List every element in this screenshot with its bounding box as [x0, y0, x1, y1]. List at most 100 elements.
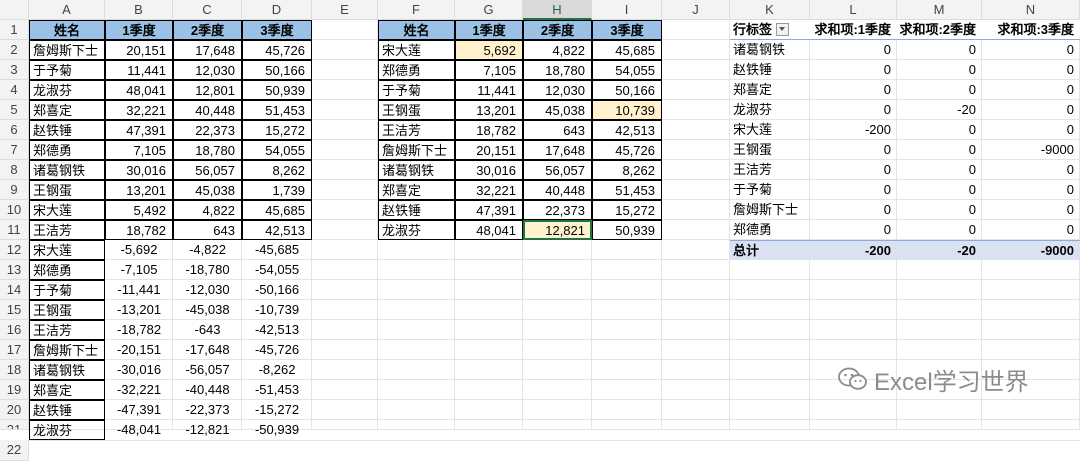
pivot-row-label[interactable]: 龙淑芬 — [730, 100, 810, 120]
grid-cell[interactable] — [810, 340, 897, 360]
grid-cell[interactable] — [378, 300, 455, 320]
pivot-value-cell[interactable]: 0 — [982, 40, 1080, 60]
grid-cell[interactable] — [897, 260, 982, 280]
table-header-cell[interactable]: 1季度 — [455, 20, 523, 40]
grid-cell[interactable] — [982, 420, 1080, 430]
value-cell[interactable]: -5,692 — [105, 240, 173, 260]
column-header-d[interactable]: D — [242, 0, 312, 20]
value-cell[interactable]: 30,016 — [105, 160, 173, 180]
value-cell[interactable]: 8,262 — [592, 160, 662, 180]
value-cell[interactable]: -30,016 — [105, 360, 173, 380]
grid-cell[interactable] — [523, 380, 592, 400]
grid-cell[interactable] — [523, 260, 592, 280]
grid-cell[interactable] — [662, 20, 730, 40]
value-cell[interactable]: 22,373 — [523, 200, 592, 220]
grid-cell[interactable] — [312, 80, 378, 100]
grid-cell[interactable] — [312, 200, 378, 220]
value-cell[interactable]: 18,780 — [173, 140, 242, 160]
value-cell[interactable]: 15,272 — [242, 120, 312, 140]
grid-cell[interactable] — [592, 280, 662, 300]
name-cell[interactable]: 郑喜定 — [29, 380, 105, 400]
grid-cell[interactable] — [662, 220, 730, 240]
table-header-cell[interactable]: 3季度 — [592, 20, 662, 40]
name-cell[interactable]: 王洁芳 — [29, 320, 105, 340]
grid-cell[interactable] — [592, 240, 662, 260]
grid-cell[interactable] — [455, 400, 523, 420]
grid-cell[interactable] — [982, 400, 1080, 420]
row-header[interactable]: 6 — [0, 120, 29, 140]
grid-cell[interactable] — [312, 260, 378, 280]
value-cell[interactable]: -48,041 — [105, 420, 173, 440]
grid-cell[interactable] — [662, 300, 730, 320]
value-cell[interactable]: 17,648 — [523, 140, 592, 160]
grid-cell[interactable] — [312, 320, 378, 340]
name-cell[interactable]: 诸葛钢铁 — [29, 160, 105, 180]
value-cell[interactable]: 13,201 — [455, 100, 523, 120]
value-cell[interactable]: -18,780 — [173, 260, 242, 280]
grid-cell[interactable] — [455, 260, 523, 280]
table-header-cell[interactable]: 姓名 — [29, 20, 105, 40]
name-cell[interactable]: 王钢蛋 — [29, 300, 105, 320]
grid-cell[interactable] — [378, 340, 455, 360]
grid-cell[interactable] — [730, 300, 810, 320]
grid-cell[interactable] — [662, 320, 730, 340]
grid-cell[interactable] — [730, 360, 810, 380]
grid-cell[interactable] — [592, 360, 662, 380]
column-header-k[interactable]: K — [730, 0, 810, 20]
grid-cell[interactable] — [662, 140, 730, 160]
name-cell[interactable]: 詹姆斯下士 — [29, 40, 105, 60]
pivot-value-cell[interactable]: 0 — [897, 140, 982, 160]
grid-cell[interactable] — [982, 320, 1080, 340]
row-header[interactable]: 9 — [0, 180, 29, 200]
pivot-grand-total-value[interactable]: -200 — [810, 240, 897, 260]
row-header[interactable]: 1 — [0, 20, 29, 40]
value-cell[interactable]: 42,513 — [592, 120, 662, 140]
value-cell[interactable]: -7,105 — [105, 260, 173, 280]
grid-cell[interactable] — [662, 400, 730, 420]
value-cell[interactable]: -32,221 — [105, 380, 173, 400]
grid-cell[interactable] — [312, 140, 378, 160]
name-cell[interactable]: 郑德勇 — [378, 60, 455, 80]
value-cell[interactable]: 17,648 — [173, 40, 242, 60]
value-cell[interactable]: -11,441 — [105, 280, 173, 300]
grid-cell[interactable] — [662, 420, 730, 430]
value-cell[interactable]: 22,373 — [173, 120, 242, 140]
value-cell[interactable]: 18,782 — [105, 220, 173, 240]
row-header[interactable]: 18 — [0, 360, 29, 380]
grid-cell[interactable] — [242, 440, 312, 441]
grid-cell[interactable] — [592, 380, 662, 400]
name-cell[interactable]: 王钢蛋 — [378, 100, 455, 120]
grid-cell[interactable] — [312, 180, 378, 200]
row-header[interactable]: 21 — [0, 420, 29, 430]
name-cell[interactable]: 王洁芳 — [29, 220, 105, 240]
value-cell[interactable]: -643 — [173, 320, 242, 340]
pivot-value-cell[interactable]: 0 — [897, 60, 982, 80]
value-cell[interactable]: 10,739 — [592, 100, 662, 120]
grid-cell[interactable] — [662, 120, 730, 140]
grid-cell[interactable] — [982, 280, 1080, 300]
value-cell[interactable]: 50,166 — [242, 60, 312, 80]
grid-cell[interactable] — [810, 320, 897, 340]
row-header[interactable]: 14 — [0, 280, 29, 300]
value-cell[interactable]: -40,448 — [173, 380, 242, 400]
grid-cell[interactable] — [455, 340, 523, 360]
value-cell[interactable]: 47,391 — [455, 200, 523, 220]
value-cell[interactable]: -51,453 — [242, 380, 312, 400]
grid-cell[interactable] — [730, 440, 810, 441]
grid-cell[interactable] — [378, 320, 455, 340]
row-header[interactable]: 3 — [0, 60, 29, 80]
value-cell[interactable]: 45,685 — [592, 40, 662, 60]
value-cell[interactable]: 7,105 — [455, 60, 523, 80]
grid-cell[interactable] — [523, 360, 592, 380]
value-cell[interactable]: 30,016 — [455, 160, 523, 180]
pivot-value-cell[interactable]: 0 — [982, 200, 1080, 220]
grid-cell[interactable] — [312, 100, 378, 120]
grid-cell[interactable] — [312, 160, 378, 180]
row-header[interactable]: 20 — [0, 400, 29, 420]
value-cell[interactable]: 8,262 — [242, 160, 312, 180]
grid-cell[interactable] — [523, 440, 592, 441]
pivot-value-cell[interactable]: 0 — [810, 60, 897, 80]
value-cell[interactable]: 40,448 — [173, 100, 242, 120]
pivot-value-cell[interactable]: 0 — [810, 80, 897, 100]
grid-cell[interactable] — [730, 420, 810, 430]
